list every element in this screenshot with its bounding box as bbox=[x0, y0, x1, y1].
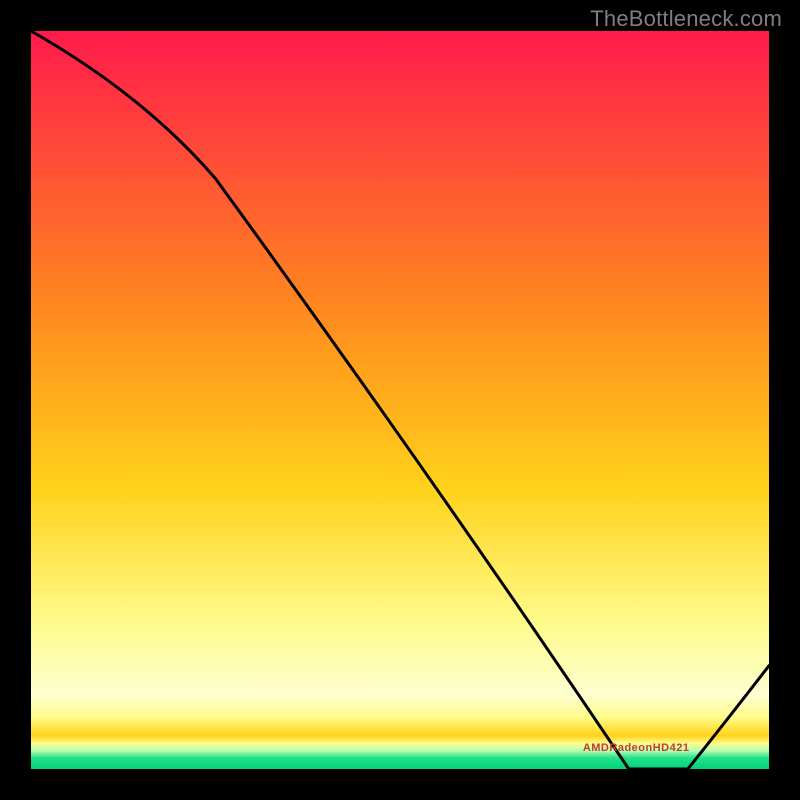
bottleneck-chart: AMDRadeonHD421 bbox=[0, 0, 800, 800]
plot-background bbox=[31, 31, 769, 769]
watermark-text: TheBottleneck.com bbox=[590, 6, 782, 32]
x-axis-marker-label: AMDRadeonHD421 bbox=[583, 742, 690, 754]
chart-container: TheBottleneck.com AMDRadeonHD421 bbox=[0, 0, 800, 800]
